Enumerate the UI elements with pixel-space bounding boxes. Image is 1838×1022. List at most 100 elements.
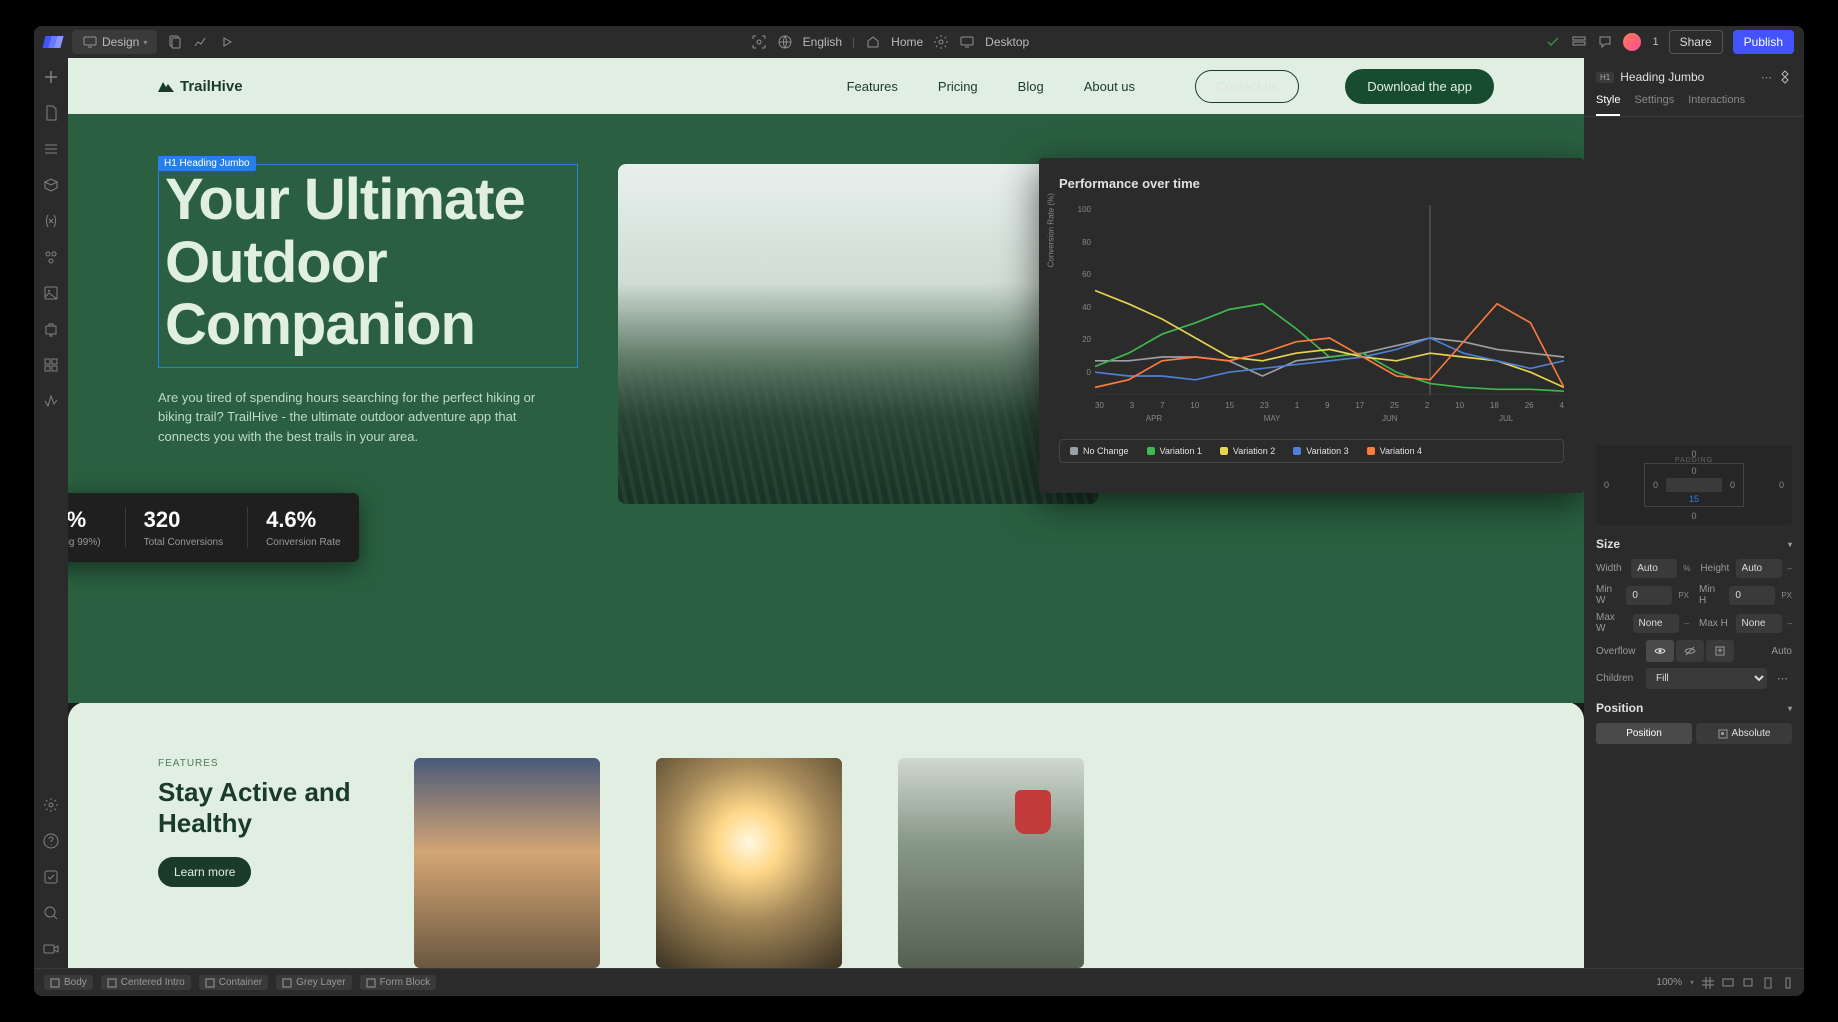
cms-icon[interactable] [42, 320, 60, 338]
nav-about[interactable]: About us [1084, 79, 1135, 94]
left-toolbar [34, 58, 68, 968]
bp-xl-icon[interactable] [1722, 977, 1734, 989]
hero-image[interactable] [618, 164, 1098, 504]
variables-icon[interactable] [42, 212, 60, 230]
overflow-scroll[interactable] [1706, 640, 1734, 662]
comment-icon[interactable] [1597, 34, 1613, 50]
nav-links: Features Pricing Blog About us [847, 79, 1135, 94]
apps-icon[interactable] [42, 356, 60, 374]
learn-more-button[interactable]: Learn more [158, 857, 251, 887]
more-icon[interactable]: ⋯ [1773, 672, 1792, 685]
rate-label: Conversion Rate [266, 537, 340, 548]
nav-features[interactable]: Features [847, 79, 898, 94]
share-button[interactable]: Share [1669, 30, 1723, 54]
avatar[interactable] [1623, 33, 1641, 51]
maxh-input[interactable] [1736, 614, 1782, 633]
pages-panel-icon[interactable] [42, 104, 60, 122]
home-icon [865, 34, 881, 50]
top-toolbar: Design ▾ English | Home Desktop 1 Share … [34, 26, 1804, 58]
assets-icon[interactable] [42, 284, 60, 302]
analytics-icon[interactable] [193, 34, 209, 50]
rate-value: 4.6% [266, 507, 340, 533]
tab-interactions[interactable]: Interactions [1688, 94, 1745, 116]
features-eyebrow[interactable]: FEATURES [158, 758, 358, 769]
design-mode-dropdown[interactable]: Design ▾ [72, 30, 157, 54]
bp-m-icon[interactable] [1762, 977, 1774, 989]
crumb-section[interactable]: Centered Intro [101, 975, 191, 990]
y-axis: 100 80 60 40 20 0 [1065, 205, 1091, 377]
features-section: FEATURES Stay Active and Healthy Learn m… [68, 702, 1584, 968]
maxw-input[interactable] [1633, 614, 1679, 633]
chart-legend: No ChangeVariation 1Variation 2Variation… [1059, 439, 1564, 463]
style-panel: H1 Heading Jumbo ⋯ Style Settings Intera… [1584, 58, 1804, 968]
hero-heading[interactable]: Your Ultimate Outdoor Companion [165, 169, 571, 357]
queue-icon[interactable] [1571, 34, 1587, 50]
publish-button[interactable]: Publish [1733, 30, 1794, 54]
add-icon[interactable] [42, 68, 60, 86]
feature-image-2[interactable] [656, 758, 842, 968]
crumb-form[interactable]: Form Block [360, 975, 437, 990]
style-icon[interactable] [42, 248, 60, 266]
contact-button[interactable]: Contact us [1195, 70, 1299, 103]
tab-settings[interactable]: Settings [1634, 94, 1674, 116]
gear-icon[interactable] [933, 34, 949, 50]
crumb-container[interactable]: Container [199, 975, 268, 990]
element-tag: H1 [1596, 72, 1614, 83]
settings-icon[interactable] [42, 796, 60, 814]
audit-icon[interactable] [42, 392, 60, 410]
crumb-layer[interactable]: Grey Layer [276, 975, 351, 990]
position-btn[interactable]: Position [1596, 723, 1692, 744]
collaborator-count: 1 [1653, 36, 1659, 48]
checkbox-icon[interactable] [42, 868, 60, 886]
chevron-down-icon: ▾ [143, 38, 147, 47]
selection-label: H1 Heading Jumbo [158, 156, 256, 171]
nav-blog[interactable]: Blog [1018, 79, 1044, 94]
search-icon[interactable] [42, 904, 60, 922]
children-select[interactable]: Fill [1646, 668, 1767, 689]
chevron-down-icon[interactable]: ▾ [1788, 540, 1792, 549]
help-icon[interactable] [42, 832, 60, 850]
absolute-btn[interactable]: Absolute [1696, 723, 1792, 744]
feature-image-3[interactable] [898, 758, 1084, 968]
features-heading[interactable]: Stay Active and Healthy [158, 777, 358, 839]
download-button[interactable]: Download the app [1345, 69, 1494, 104]
navigator-icon[interactable] [42, 140, 60, 158]
video-icon[interactable] [42, 940, 60, 958]
selected-element[interactable]: Your Ultimate Outdoor Companion [158, 164, 578, 368]
spacing-editor[interactable]: PADDING 0 0 0 0 0 15 0 0 [1596, 445, 1792, 525]
height-input[interactable] [1736, 559, 1782, 578]
preview-icon[interactable] [219, 34, 235, 50]
chevron-down-icon[interactable]: ▾ [1788, 704, 1792, 713]
grid-icon[interactable] [1702, 977, 1714, 989]
bp-l-icon[interactable] [1742, 977, 1754, 989]
bp-s-icon[interactable] [1782, 977, 1794, 989]
minw-input[interactable] [1626, 586, 1672, 605]
viewport-label[interactable]: Desktop [985, 35, 1029, 49]
focus-icon[interactable] [751, 34, 767, 50]
viewport-icon [959, 34, 975, 50]
check-icon[interactable] [1545, 34, 1561, 50]
components-icon[interactable] [42, 176, 60, 194]
feature-image-1[interactable] [414, 758, 600, 968]
brand-logo[interactable]: TrailHive [158, 78, 243, 95]
element-name: Heading Jumbo [1620, 70, 1755, 84]
more-icon[interactable]: ⋯ [1761, 71, 1772, 84]
language-label[interactable]: English [803, 35, 842, 49]
design-canvas[interactable]: TrailHive Features Pricing Blog About us… [68, 58, 1584, 968]
home-label[interactable]: Home [891, 35, 923, 49]
minh-input[interactable] [1729, 586, 1775, 605]
width-input[interactable] [1631, 559, 1677, 578]
pages-icon[interactable] [167, 34, 183, 50]
site-navbar: TrailHive Features Pricing Blog About us… [68, 58, 1584, 114]
nav-pricing[interactable]: Pricing [938, 79, 978, 94]
zoom-level[interactable]: 100% [1656, 977, 1682, 988]
component-icon[interactable] [1778, 70, 1792, 84]
webflow-logo[interactable] [42, 36, 63, 48]
overflow-visible[interactable] [1646, 640, 1674, 662]
hero-paragraph[interactable]: Are you tired of spending hours searchin… [158, 388, 548, 447]
tab-style[interactable]: Style [1596, 94, 1620, 116]
desktop-icon [82, 34, 98, 50]
overflow-hidden[interactable] [1676, 640, 1704, 662]
crumb-body[interactable]: Body [44, 975, 93, 990]
breadcrumb-bar: Body Centered Intro Container Grey Layer… [34, 968, 1804, 996]
